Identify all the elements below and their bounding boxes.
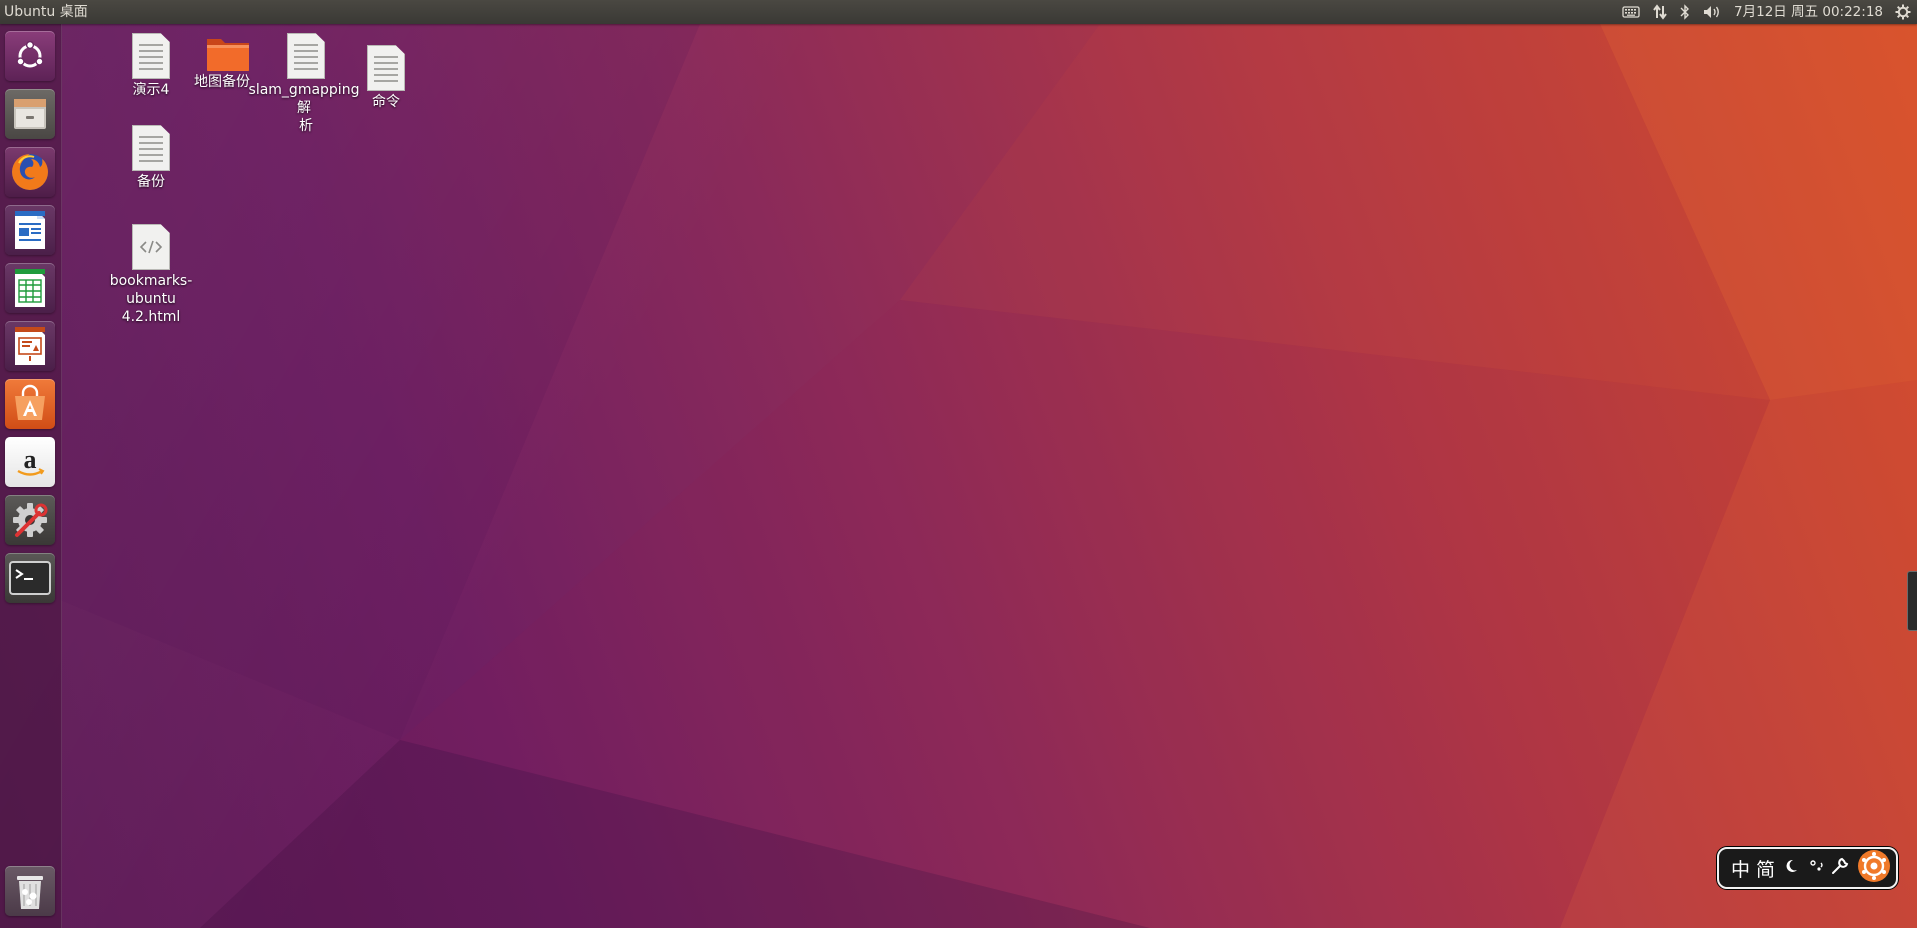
ime-mode-toggle[interactable]: 简	[1756, 855, 1775, 882]
impress-icon	[15, 327, 45, 365]
wallpaper-facets	[60, 24, 1917, 928]
file-cabinet-icon	[14, 99, 46, 129]
active-window-title: Ubuntu 桌面	[4, 4, 88, 20]
desktop-icon-label-line2: 析	[299, 118, 313, 134]
launcher-libreoffice-writer[interactable]	[5, 205, 55, 255]
folder-icon	[205, 33, 251, 71]
settings-icon	[13, 503, 48, 537]
launcher-libreoffice-calc[interactable]	[5, 263, 55, 313]
keyboard-icon[interactable]	[1622, 0, 1640, 24]
desktop-icon-mingling[interactable]: 命令	[326, 45, 446, 111]
input-method-toolbar[interactable]: 中 简	[1717, 847, 1898, 889]
wrench-icon[interactable]	[1831, 857, 1849, 880]
launcher-dash-home[interactable]	[5, 31, 55, 81]
firefox-icon	[12, 154, 48, 190]
launcher-amazon[interactable]: a	[5, 437, 55, 487]
amazon-icon: a	[17, 445, 45, 476]
moon-icon[interactable]	[1783, 857, 1799, 879]
calc-icon	[15, 269, 45, 307]
software-center-icon	[15, 384, 45, 420]
document-icon	[287, 33, 325, 79]
svg-text:a: a	[24, 445, 37, 474]
desktop-icon-label: 备份	[137, 174, 165, 190]
launcher-trash[interactable]	[5, 866, 55, 916]
desktop-icon-bookmarks[interactable]: bookmarks-ubuntu 4.2.html	[91, 224, 211, 326]
top-panel: Ubuntu 桌面 7月12日 周五 00:22:18	[0, 0, 1917, 24]
launcher-ubuntu-software[interactable]	[5, 379, 55, 429]
desktop-icon-label-line1: bookmarks-ubuntu	[109, 273, 193, 307]
html-file-icon	[132, 224, 170, 270]
session-gear-icon[interactable]	[1895, 0, 1911, 24]
terminal-icon	[9, 561, 51, 595]
writer-icon	[15, 211, 45, 249]
trash-icon	[17, 876, 43, 909]
launcher-firefox[interactable]	[5, 147, 55, 197]
indicator-area: 7月12日 周五 00:22:18	[1622, 0, 1911, 24]
clock[interactable]: 7月12日 周五 00:22:18	[1734, 0, 1883, 24]
launcher-terminal[interactable]	[5, 553, 55, 603]
punctuation-icon[interactable]	[1809, 857, 1825, 879]
ubuntu-logo-icon	[16, 40, 44, 68]
ime-language-toggle[interactable]: 中	[1731, 855, 1750, 882]
desktop-icon-label: 命令	[372, 94, 400, 110]
side-panel-handle[interactable]	[1907, 571, 1917, 631]
launcher-libreoffice-impress[interactable]	[5, 321, 55, 371]
document-icon	[367, 45, 405, 91]
volume-icon[interactable]	[1702, 0, 1722, 24]
desktop[interactable]: 演示4 地图备份 slam_gmapping解 析 命令 备份 bookmark…	[0, 0, 1917, 928]
launcher-system-settings[interactable]	[5, 495, 55, 545]
document-icon	[132, 125, 170, 171]
launcher-files[interactable]	[5, 89, 55, 139]
network-icon[interactable]	[1652, 0, 1668, 24]
bluetooth-icon[interactable]	[1680, 0, 1690, 24]
desktop-icon-beifen[interactable]: 备份	[91, 125, 211, 191]
sogou-logo-icon[interactable]	[1857, 849, 1891, 888]
desktop-icon-label-line2: 4.2.html	[121, 309, 181, 325]
launcher: a	[0, 24, 62, 928]
